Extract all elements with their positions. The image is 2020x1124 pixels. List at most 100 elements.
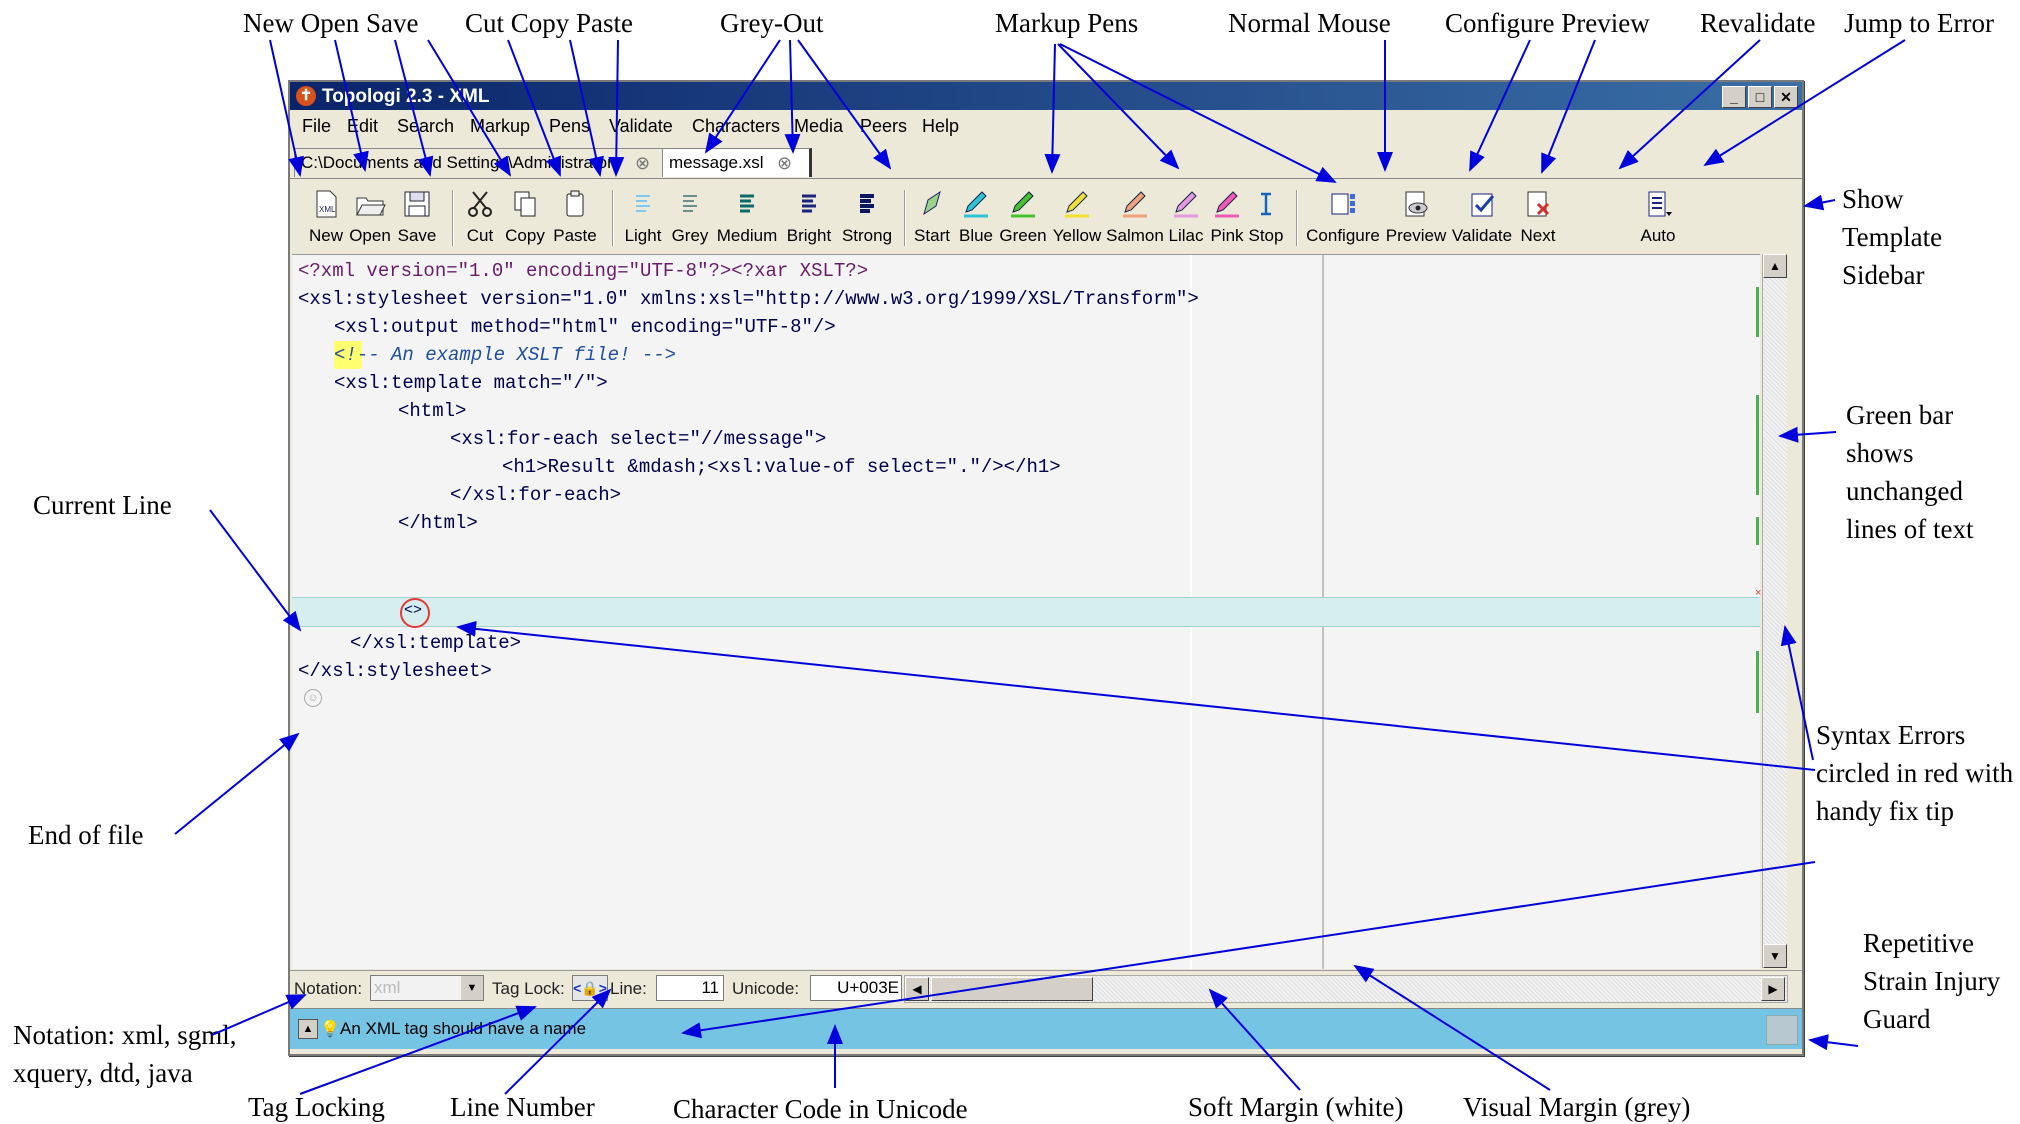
grey-out-light-button[interactable]: Light bbox=[620, 182, 666, 250]
validate-check-icon bbox=[1471, 193, 1495, 217]
clipboard-icon bbox=[566, 190, 584, 217]
annotation-current-line: Current Line bbox=[33, 490, 172, 520]
scroll-up-button[interactable]: ▲ bbox=[1763, 254, 1787, 278]
tag-lock-label: Tag Lock: bbox=[492, 979, 565, 998]
tab-message-xsl[interactable]: message.xsl ⊗ bbox=[662, 148, 812, 177]
minimize-button[interactable]: _ bbox=[1722, 86, 1746, 108]
pen-salmon-button[interactable]: Salmon bbox=[1106, 182, 1164, 250]
light-label: Light bbox=[624, 226, 662, 245]
preview-button[interactable]: Preview bbox=[1384, 182, 1448, 250]
close-tab-icon[interactable]: ⊗ bbox=[777, 149, 792, 177]
expand-up-icon[interactable]: ▲ bbox=[298, 1019, 318, 1039]
pen-pink-button[interactable]: Pink bbox=[1208, 182, 1246, 250]
application-window: ✝ Topologi 2.3 - XML _ □ ✕ File Edit Sea… bbox=[288, 80, 1804, 1056]
open-folder-icon bbox=[356, 197, 386, 216]
cut-label: Cut bbox=[466, 226, 494, 245]
new-file-icon: XML bbox=[316, 190, 337, 218]
scroll-down-button[interactable]: ▼ bbox=[1763, 944, 1787, 968]
validate-button[interactable]: Validate bbox=[1450, 182, 1514, 250]
tag-lock-toggle[interactable]: <🔒> bbox=[572, 975, 608, 1001]
menu-markup[interactable]: Markup bbox=[470, 116, 530, 137]
grey-out-grey-button[interactable]: Grey bbox=[668, 182, 712, 250]
next-label: Next bbox=[1520, 226, 1556, 245]
save-button[interactable]: Save bbox=[394, 182, 440, 250]
pen-green-button[interactable]: Green bbox=[998, 182, 1048, 250]
configure-button[interactable]: Configure bbox=[1304, 182, 1382, 250]
pen-blue-button[interactable]: Blue bbox=[956, 182, 996, 250]
open-button[interactable]: Open bbox=[348, 182, 392, 250]
app-icon[interactable]: ✝ bbox=[296, 86, 316, 106]
preview-eye-icon bbox=[1405, 191, 1428, 217]
medium-text-icon bbox=[740, 194, 754, 213]
tab-label: message.xsl bbox=[669, 153, 764, 172]
menu-edit[interactable]: Edit bbox=[347, 116, 378, 137]
close-button[interactable]: ✕ bbox=[1774, 86, 1798, 108]
code-line-9: </xsl:for-each> bbox=[450, 484, 622, 506]
vertical-scrollbar[interactable]: ▲ × ▼ bbox=[1755, 254, 1787, 968]
line-label: Line: bbox=[610, 979, 647, 998]
menu-file[interactable]: File bbox=[302, 116, 331, 137]
close-tab-icon[interactable]: ⊗ bbox=[635, 149, 650, 177]
annotation-cut-copy-paste: Cut Copy Paste bbox=[465, 8, 634, 38]
maximize-button[interactable]: □ bbox=[1748, 86, 1772, 108]
configure-label: Configure bbox=[1306, 226, 1380, 245]
new-button[interactable]: XML New bbox=[306, 182, 346, 250]
strong-label: Strong bbox=[841, 226, 893, 245]
pink-pen-icon bbox=[1215, 191, 1239, 218]
paste-button[interactable]: Paste bbox=[550, 182, 600, 250]
rsi-guard-indicator[interactable] bbox=[1766, 1015, 1798, 1045]
annotation-rsi-guard: Repetitive Strain Injury Guard bbox=[1863, 928, 2001, 1034]
grey-out-strong-button[interactable]: Strong bbox=[838, 182, 896, 250]
scroll-left-button[interactable]: ◀ bbox=[905, 977, 929, 1001]
unchanged-lines-bar bbox=[1756, 651, 1759, 713]
code-line-8: <h1>Result &mdash;<xsl:value-of select="… bbox=[502, 456, 1061, 478]
code-line-10: </html> bbox=[398, 512, 478, 534]
annotation-notation: Notation: xml, sgml, xquery, dtd, java bbox=[13, 1020, 237, 1088]
pen-start-button[interactable]: Start bbox=[910, 182, 954, 250]
preview-label: Preview bbox=[1385, 226, 1447, 245]
template-sidebar-icon bbox=[1648, 191, 1672, 217]
grey-out-bright-button[interactable]: Bright bbox=[782, 182, 836, 250]
menu-help[interactable]: Help bbox=[922, 116, 959, 137]
toolbar-separator bbox=[452, 190, 454, 246]
menu-media[interactable]: Media bbox=[794, 116, 843, 137]
menu-search[interactable]: Search bbox=[397, 116, 454, 137]
annotation-visual-margin: Visual Margin (grey) bbox=[1463, 1092, 1691, 1122]
chevron-down-icon[interactable]: ▼ bbox=[461, 976, 483, 1000]
configure-icon bbox=[1331, 193, 1355, 215]
horizontal-scrollbar[interactable]: ◀ ▶ bbox=[904, 975, 1788, 1003]
copy-button[interactable]: Copy bbox=[502, 182, 548, 250]
menu-pens[interactable]: Pens bbox=[549, 116, 590, 137]
menu-peers[interactable]: Peers bbox=[860, 116, 907, 137]
annotation-grey-out: Grey-Out bbox=[720, 8, 824, 38]
tab-documents-folder[interactable]: C:\Documents and Settings\Administrator … bbox=[294, 148, 666, 177]
grey-out-medium-button[interactable]: Medium bbox=[714, 182, 780, 250]
pen-yellow-button[interactable]: Yellow bbox=[1050, 182, 1104, 250]
validate-label: Validate bbox=[1451, 226, 1513, 245]
pen-lilac-button[interactable]: Lilac bbox=[1166, 182, 1206, 250]
title-bar[interactable]: ✝ Topologi 2.3 - XML _ □ ✕ bbox=[290, 82, 1802, 110]
error-marker-icon[interactable]: × bbox=[1755, 588, 1761, 599]
unicode-field[interactable]: U+003E bbox=[810, 975, 902, 1001]
code-editor[interactable]: <?xml version="1.0" encoding="UTF-8"?><?… bbox=[292, 254, 1760, 969]
current-line-highlight bbox=[292, 597, 1760, 627]
code-line-1: <?xml version="1.0" encoding="UTF-8"?><?… bbox=[298, 260, 869, 282]
line-number-field[interactable]: 11 bbox=[656, 975, 724, 1001]
cut-button[interactable]: Cut bbox=[460, 182, 500, 250]
horizontal-scroll-thumb[interactable] bbox=[931, 977, 1093, 1001]
notation-select[interactable]: xml ▼ bbox=[370, 975, 484, 1001]
pen-stop-button[interactable]: Stop bbox=[1246, 182, 1286, 250]
menu-validate[interactable]: Validate bbox=[609, 116, 673, 137]
scroll-right-button[interactable]: ▶ bbox=[1761, 977, 1785, 1001]
blue-label: Blue bbox=[958, 226, 994, 245]
main-toolbar: XML New Open Save Cut Copy Paste Light G… bbox=[290, 182, 1802, 250]
status-row: Notation: xml ▼ Tag Lock: <🔒> Line: 11 U… bbox=[290, 970, 1802, 1005]
unicode-value: U+003E bbox=[837, 978, 899, 997]
next-error-button[interactable]: Next bbox=[1516, 182, 1560, 250]
menu-characters[interactable]: Characters bbox=[692, 116, 780, 137]
save-label: Save bbox=[397, 226, 437, 245]
auto-template-sidebar-button[interactable]: Auto bbox=[1636, 182, 1680, 250]
tab-label: C:\Documents and Settings\Administrator bbox=[301, 153, 613, 172]
annotation-revalidate: Revalidate bbox=[1700, 8, 1816, 38]
scissors-icon bbox=[468, 191, 492, 217]
